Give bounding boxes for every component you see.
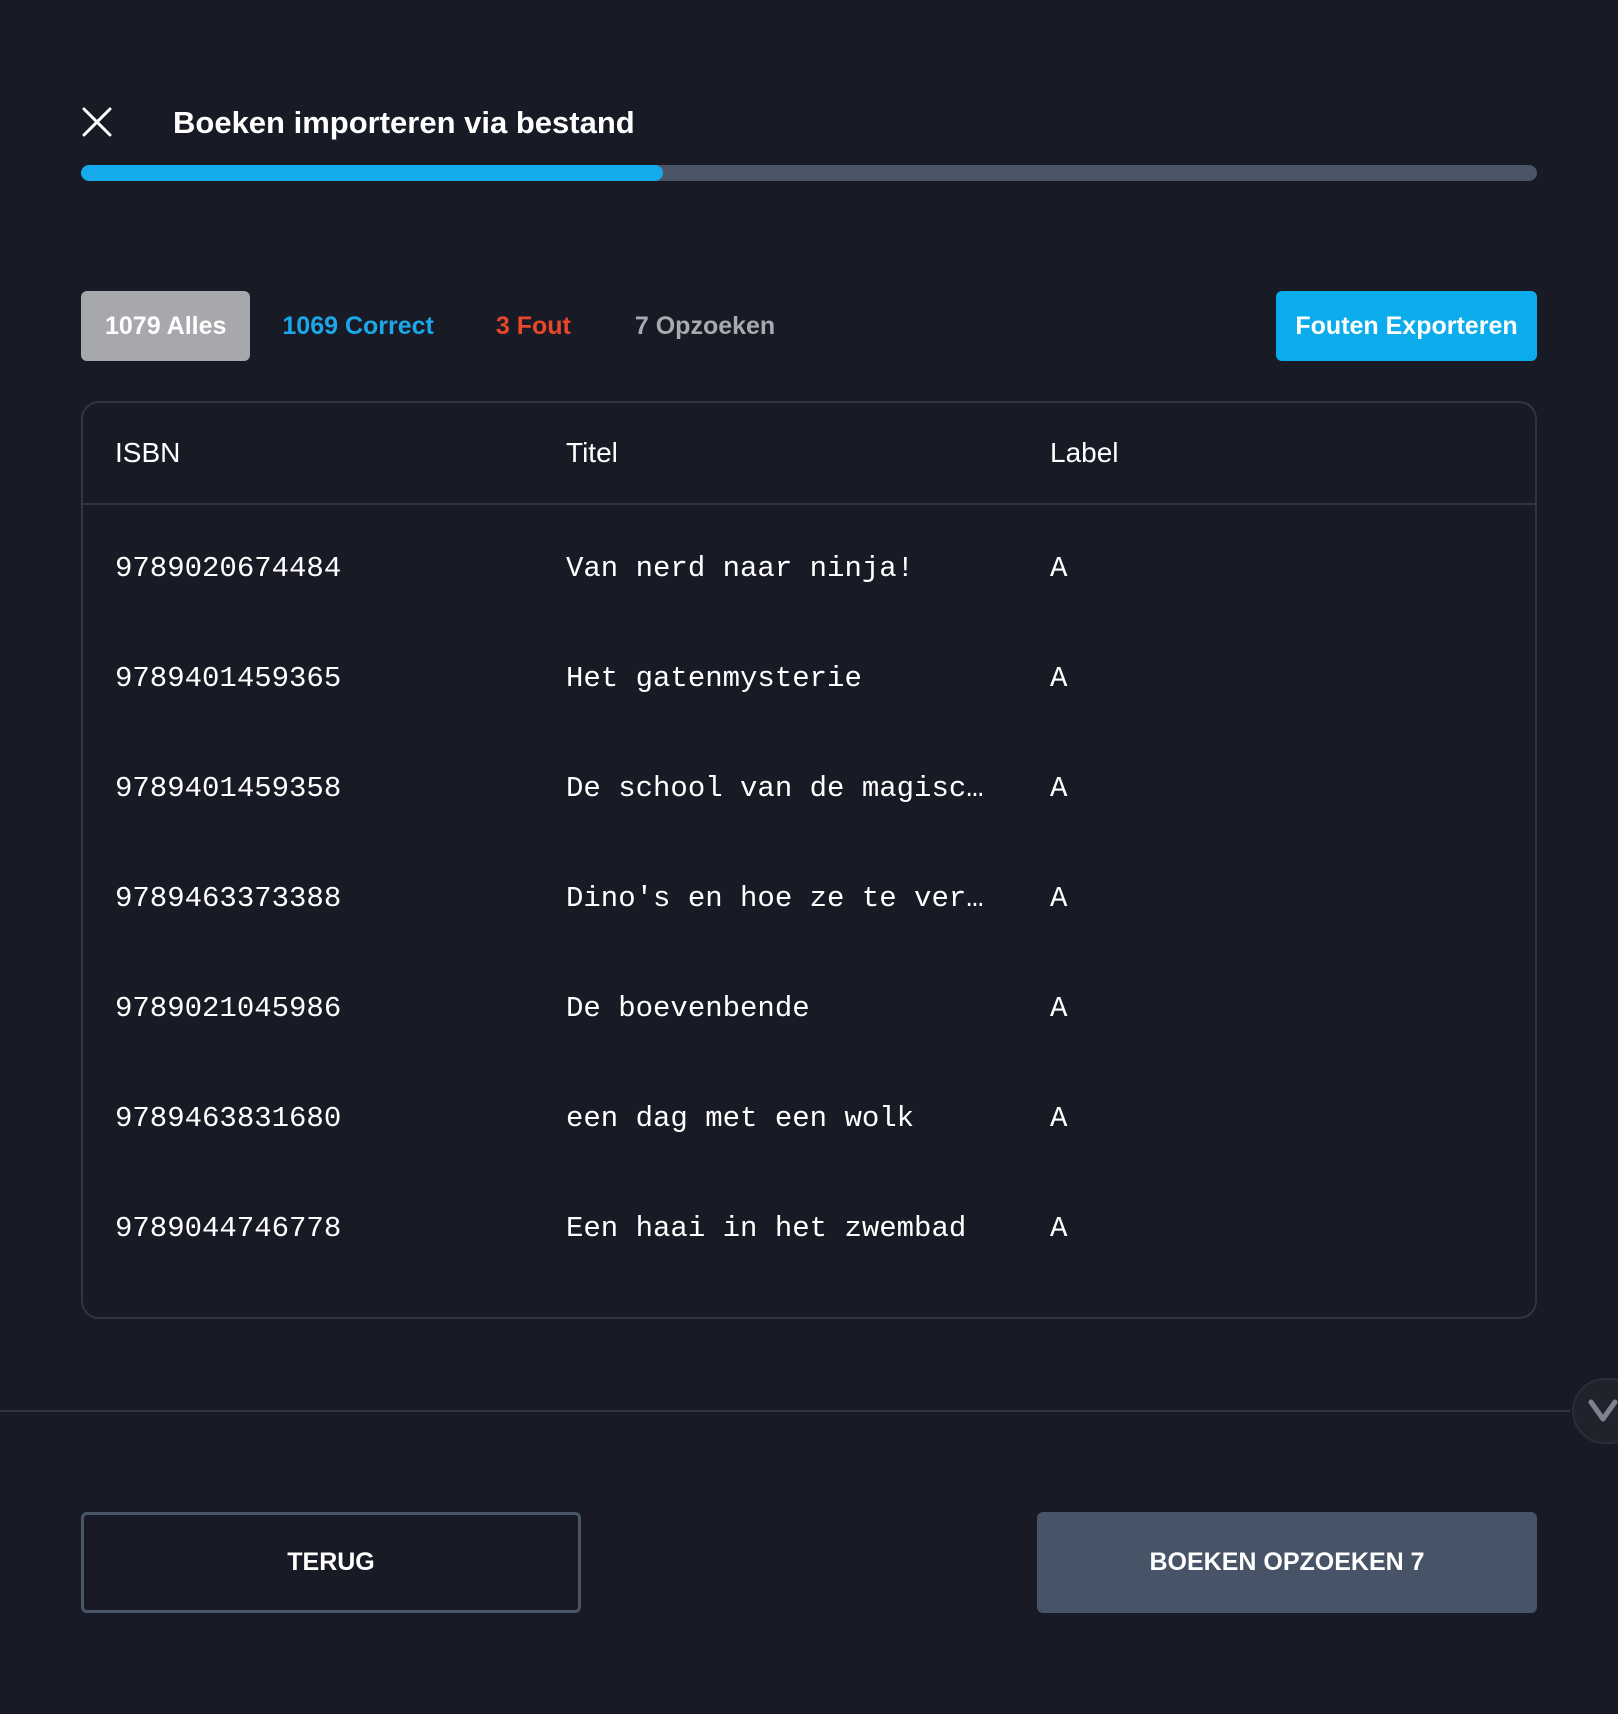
cell-isbn: 9789401459365 bbox=[115, 661, 342, 695]
tab-fout[interactable]: 3 Fout bbox=[496, 291, 595, 361]
cell-isbn: 9789044746778 bbox=[115, 1211, 342, 1245]
cell-label: A bbox=[1050, 661, 1068, 695]
cell-label: A bbox=[1050, 881, 1068, 915]
tab-correct[interactable]: 1069 Correct bbox=[268, 291, 457, 361]
filter-tabs: 1079 Alles 1069 Correct 3 Fout 7 Opzoeke… bbox=[81, 291, 817, 361]
chevron-down-icon bbox=[1588, 1399, 1618, 1422]
cell-label: A bbox=[1050, 1101, 1068, 1135]
table-row[interactable]: 9789021045986 De boevenbende A bbox=[83, 953, 1535, 1063]
table-row[interactable]: 9789044746778 Een haai in het zwembad A bbox=[83, 1173, 1535, 1283]
cell-label: A bbox=[1050, 1211, 1068, 1245]
cell-label: A bbox=[1050, 991, 1068, 1025]
table-header: ISBN Titel Label bbox=[83, 403, 1535, 505]
table-body: 9789020674484 Van nerd naar ninja! A 978… bbox=[83, 505, 1535, 1283]
tab-alles[interactable]: 1079 Alles bbox=[81, 291, 251, 361]
cell-label: A bbox=[1050, 771, 1068, 805]
import-dialog: Boeken importeren via bestand 1079 Alles… bbox=[0, 0, 1618, 1714]
close-button[interactable] bbox=[76, 101, 118, 143]
tab-opzoeken[interactable]: 7 Opzoeken bbox=[635, 291, 799, 361]
cell-isbn: 9789463831680 bbox=[115, 1101, 342, 1135]
export-errors-button[interactable]: Fouten Exporteren bbox=[1276, 291, 1537, 361]
table-row[interactable]: 9789463373388 Dino's en hoe ze te ver… A bbox=[83, 843, 1535, 953]
scroll-toggle-button[interactable] bbox=[1572, 1378, 1618, 1444]
cell-titel: Dino's en hoe ze te ver… bbox=[566, 881, 984, 915]
cell-titel: Het gatenmysterie bbox=[566, 661, 862, 695]
table-row[interactable]: 9789401459358 De school van de magisc… A bbox=[83, 733, 1535, 843]
books-table: ISBN Titel Label 9789020674484 Van nerd … bbox=[81, 401, 1537, 1319]
column-header-titel: Titel bbox=[566, 437, 618, 468]
column-header-isbn: ISBN bbox=[115, 437, 181, 468]
close-icon bbox=[82, 107, 112, 137]
cell-titel: Van nerd naar ninja! bbox=[566, 551, 915, 585]
footer-divider bbox=[0, 1410, 1570, 1412]
lookup-books-button[interactable]: BOEKEN OPZOEKEN 7 bbox=[1037, 1512, 1537, 1613]
table-row[interactable]: 9789463831680 een dag met een wolk A bbox=[83, 1063, 1535, 1173]
cell-isbn: 9789463373388 bbox=[115, 881, 342, 915]
table-row[interactable]: 9789020674484 Van nerd naar ninja! A bbox=[83, 513, 1535, 623]
cell-titel: een dag met een wolk bbox=[566, 1101, 915, 1135]
cell-isbn: 9789020674484 bbox=[115, 551, 342, 585]
page-title: Boeken importeren via bestand bbox=[173, 105, 635, 140]
cell-isbn: 9789401459358 bbox=[115, 771, 342, 805]
cell-label: A bbox=[1050, 551, 1068, 585]
table-row[interactable]: 9789401459365 Het gatenmysterie A bbox=[83, 623, 1535, 733]
cell-titel: De boevenbende bbox=[566, 991, 810, 1025]
cell-titel: De school van de magisc… bbox=[566, 771, 984, 805]
back-button[interactable]: TERUG bbox=[81, 1512, 581, 1613]
cell-isbn: 9789021045986 bbox=[115, 991, 342, 1025]
cell-titel: Een haai in het zwembad bbox=[566, 1211, 967, 1245]
progress-fill bbox=[81, 165, 664, 181]
progress-bar bbox=[81, 165, 1537, 181]
column-header-label: Label bbox=[1050, 437, 1119, 468]
